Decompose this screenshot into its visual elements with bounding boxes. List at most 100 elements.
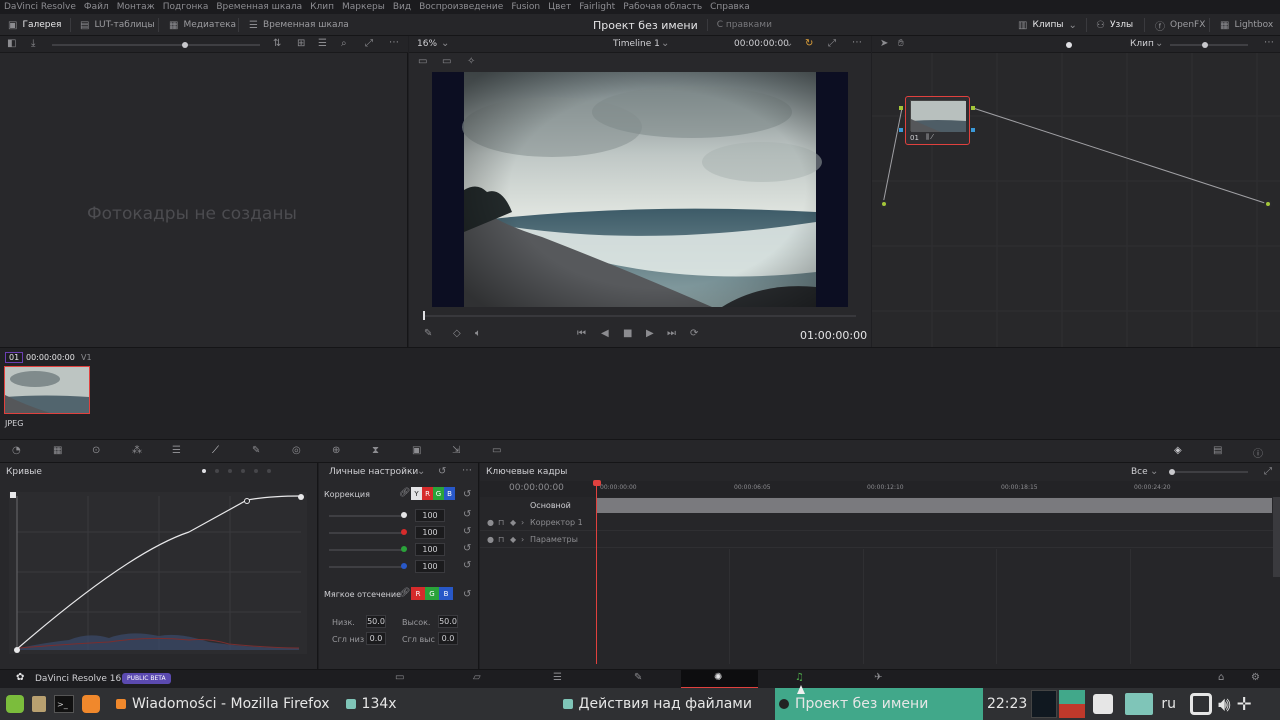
node-output-key[interactable]: [971, 128, 975, 132]
g-value[interactable]: 100: [415, 543, 445, 556]
media-button[interactable]: ▦ Медиатека: [169, 14, 236, 36]
reset-icon[interactable]: ↺: [463, 560, 471, 571]
channel-r[interactable]: R: [422, 487, 433, 500]
skip-end-icon[interactable]: ⏭︎: [667, 328, 676, 339]
keyframes-icon[interactable]: ◈: [1174, 445, 1182, 456]
master-bar[interactable]: [596, 498, 1272, 513]
lock-icon[interactable]: ⊓: [498, 535, 504, 544]
fullscreen-icon[interactable]: ⤢: [828, 38, 836, 49]
soft-channel-b[interactable]: B: [439, 587, 453, 600]
menu-markers[interactable]: Маркеры: [342, 2, 385, 12]
curve-point-mid[interactable]: [244, 498, 250, 504]
curve-point-white[interactable]: [298, 494, 304, 500]
window-icon[interactable]: ◎: [292, 445, 301, 456]
menu-file[interactable]: Файл: [84, 2, 109, 12]
step-back-icon[interactable]: ◀︎: [601, 328, 609, 339]
window-icon[interactable]: [1189, 693, 1212, 715]
link-icon[interactable]: 🔗︎: [399, 588, 410, 598]
magic-wand-icon[interactable]: ✧: [467, 56, 475, 67]
timeline-button[interactable]: ☰ Временная шкала: [249, 14, 349, 36]
page-dot[interactable]: [215, 469, 219, 473]
camera-raw-icon[interactable]: ◔: [12, 445, 21, 456]
edit-page-icon[interactable]: ☰: [553, 672, 562, 683]
fusion-page-icon[interactable]: ✎: [634, 672, 642, 683]
node-input-rgb[interactable]: [899, 106, 903, 110]
expand-arrow-icon[interactable]: ›: [521, 518, 524, 527]
launcher-app[interactable]: [28, 688, 50, 720]
speaker-icon[interactable]: 🔈︎: [475, 328, 481, 339]
ruler[interactable]: 00:00:00:00 00:00:06:05 00:00:12:10 00:0…: [596, 481, 1280, 497]
menu-fusion[interactable]: Fusion: [511, 2, 540, 12]
wipe-icon[interactable]: ▭: [442, 56, 451, 67]
node-mode-select[interactable]: Клип: [1130, 39, 1154, 49]
playhead[interactable]: [423, 311, 425, 320]
fairlight-page-icon[interactable]: ♫: [795, 672, 804, 683]
nodes-button[interactable]: ⚇ Узлы: [1096, 14, 1133, 36]
clips-button[interactable]: ▥ Клипы ⌄: [1018, 14, 1077, 36]
launcher-firefox[interactable]: [78, 688, 108, 720]
keyframe-icon[interactable]: ◆: [510, 518, 516, 527]
scopes-icon[interactable]: ▤: [1213, 445, 1222, 456]
node-01[interactable]: 01 ⫼ ⁄: [905, 96, 970, 145]
page-dot[interactable]: [241, 469, 245, 473]
clip-thumbnail[interactable]: [4, 366, 90, 414]
reset-icon[interactable]: ↺: [463, 526, 471, 537]
high-soft-value[interactable]: 0.0: [438, 632, 458, 645]
expand-arrow-icon[interactable]: ›: [521, 535, 524, 544]
files-tray-icon[interactable]: [1125, 693, 1154, 715]
clock[interactable]: 22:23: [987, 696, 1027, 712]
keyframe-zoom-slider[interactable]: [1170, 471, 1248, 473]
scrollbar[interactable]: [1273, 497, 1280, 577]
highlight-icon[interactable]: ◇: [453, 328, 461, 339]
list-view-icon[interactable]: ☰: [318, 38, 327, 49]
link-icon[interactable]: 🔗︎: [399, 488, 410, 498]
channel-b[interactable]: B: [444, 487, 455, 500]
keyboard-layout[interactable]: ru: [1161, 696, 1176, 712]
panel-toggle-icon[interactable]: ◧: [7, 38, 16, 49]
tree-output[interactable]: [1264, 200, 1272, 208]
lightbox-button[interactable]: ▦ Lightbox: [1220, 14, 1273, 36]
search-icon[interactable]: ⌕: [341, 38, 347, 49]
slider-handle[interactable]: [1202, 42, 1208, 48]
low-value[interactable]: 50.0: [366, 615, 386, 628]
loop-icon[interactable]: ⟳: [690, 328, 698, 339]
slider-handle[interactable]: [182, 42, 188, 48]
tracker-icon[interactable]: ⊕: [332, 445, 340, 456]
info-icon[interactable]: ⓘ: [1253, 445, 1263, 460]
motion-effects-icon[interactable]: ☰: [172, 445, 181, 456]
reset-icon[interactable]: ↺: [463, 489, 471, 500]
media-page-icon[interactable]: ▭: [395, 672, 404, 683]
menu-playback[interactable]: Воспроизведение: [419, 2, 503, 12]
eye-icon[interactable]: ●: [487, 535, 494, 544]
deliver-page-icon[interactable]: ✈︎: [874, 672, 882, 683]
hand-icon[interactable]: ✋︎: [898, 38, 904, 49]
play-icon[interactable]: ▶︎: [646, 328, 654, 339]
soft-channel-r[interactable]: R: [411, 587, 425, 600]
reset-icon[interactable]: ↺: [463, 509, 471, 520]
node-output-rgb[interactable]: [971, 106, 975, 110]
curve-point-black[interactable]: [14, 647, 20, 653]
split-view-icon[interactable]: ▭: [418, 56, 427, 67]
menu-clip[interactable]: Клип: [310, 2, 334, 12]
r-slider[interactable]: [329, 532, 404, 534]
reset-icon[interactable]: ↺: [463, 589, 471, 600]
fullscreen-icon[interactable]: ⤢: [365, 38, 373, 49]
keyframe-icon[interactable]: ◆: [510, 535, 516, 544]
b-value[interactable]: 100: [415, 560, 445, 573]
scrubber-track[interactable]: [424, 315, 856, 317]
menu-trim[interactable]: Подгонка: [163, 2, 209, 12]
thumb-size-slider[interactable]: [52, 44, 260, 46]
source-input[interactable]: [880, 200, 888, 208]
key-icon[interactable]: ▣: [412, 445, 421, 456]
channel-y[interactable]: Y: [411, 487, 422, 500]
r-value[interactable]: 100: [415, 526, 445, 539]
menu-app[interactable]: DaVinci Resolve: [4, 2, 76, 12]
more-options-icon[interactable]: ⋯: [1264, 37, 1274, 48]
reset-icon[interactable]: ↺: [438, 466, 446, 477]
grid-view-icon[interactable]: ⊞: [297, 38, 305, 49]
custom-title[interactable]: Личные настройки: [329, 467, 418, 477]
keyframe-playhead[interactable]: [596, 482, 597, 664]
node-zoom-slider[interactable]: [1170, 44, 1248, 46]
g-slider[interactable]: [329, 549, 404, 551]
launcher-terminal[interactable]: >_: [50, 688, 78, 720]
